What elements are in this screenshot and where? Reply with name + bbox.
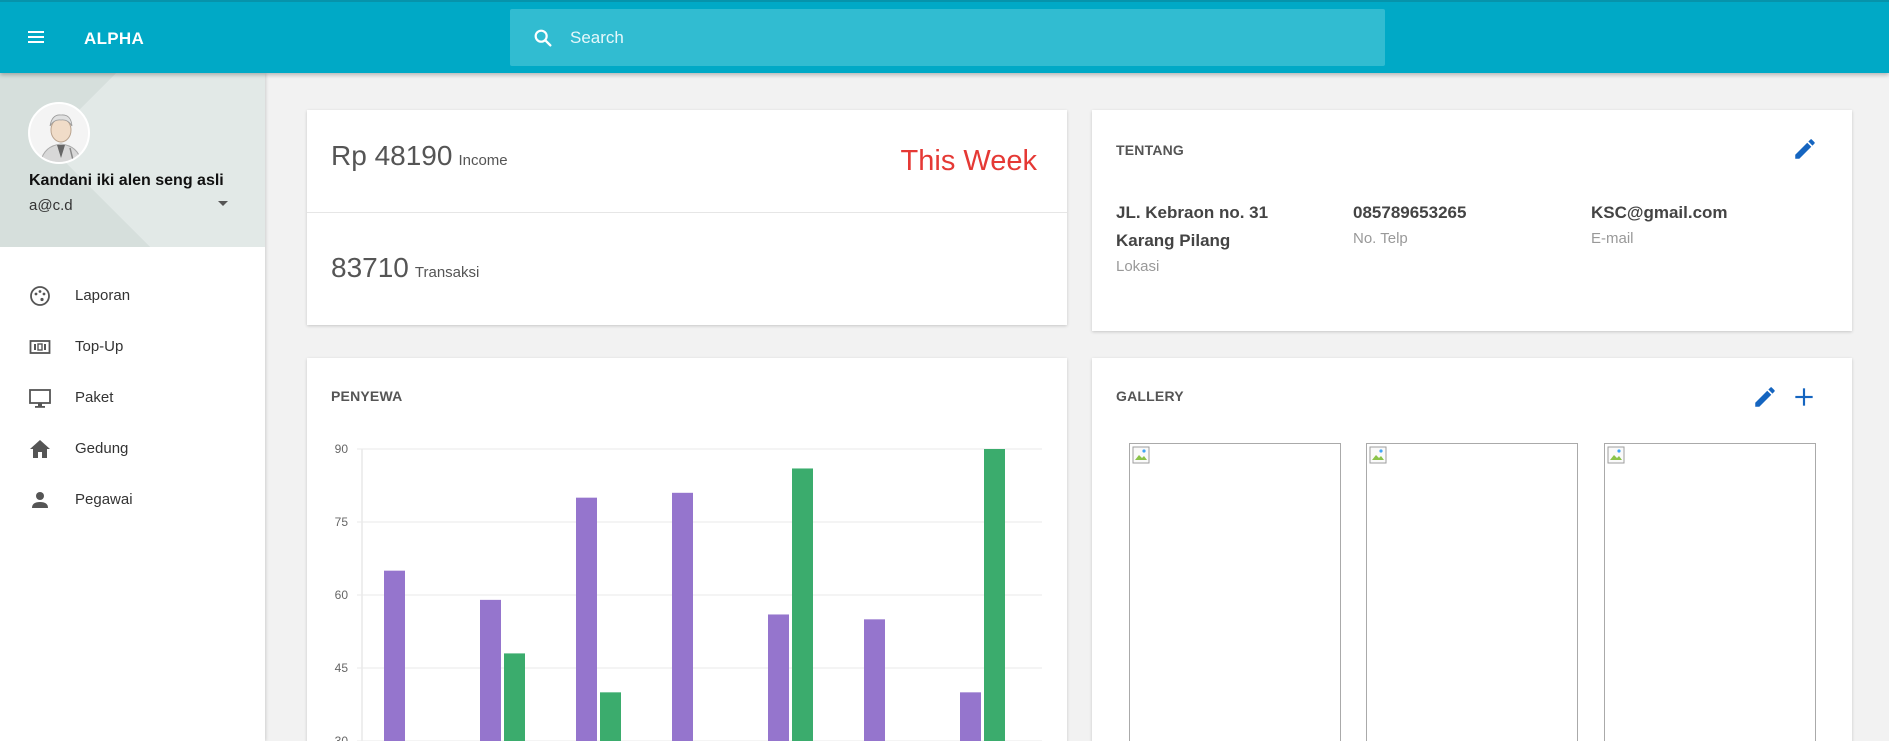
transaction-count: 83710 <box>331 252 409 283</box>
email-info: KSC@gmail.com E-mail <box>1591 199 1728 247</box>
sidebar-item-paket[interactable]: Paket <box>0 373 265 424</box>
palette-icon <box>30 286 50 306</box>
sidebar-item-label: Pegawai <box>75 491 133 508</box>
sidebar-nav: Laporan Top-Up Paket Gedung Pegawai <box>0 271 265 526</box>
person-icon <box>32 492 48 508</box>
edit-gallery-icon[interactable] <box>1752 384 1778 410</box>
income-label: Income <box>458 152 508 169</box>
period-label: This Week <box>900 145 1037 177</box>
sidebar-item-pegawai[interactable]: Pegawai <box>0 475 265 526</box>
y-tick-label: 90 <box>335 442 349 456</box>
app-title: ALPHA <box>84 29 145 48</box>
income-card: Rp 48190 Income This Week 83710 Transaksi <box>307 110 1067 325</box>
sidebar-item-gedung[interactable]: Gedung <box>0 424 265 475</box>
gallery-image[interactable] <box>1129 443 1341 741</box>
email-value: KSC@gmail.com <box>1591 203 1728 222</box>
add-icon[interactable] <box>1791 384 1817 410</box>
gallery-image[interactable] <box>1366 443 1578 741</box>
money-icon <box>29 340 51 354</box>
avatar[interactable] <box>28 102 90 164</box>
phone-info: 085789653265 No. Telp <box>1353 199 1466 247</box>
profile-panel: Kandani iki alen seng asli a@c.d <box>0 73 265 247</box>
y-tick-label: 75 <box>335 515 349 529</box>
about-title: TENTANG <box>1116 142 1185 158</box>
divider <box>307 212 1067 213</box>
address-line-1: JL. Kebraon no. 31 <box>1116 203 1269 222</box>
sidebar-item-label: Paket <box>75 389 114 406</box>
sidebar-item-top-up[interactable]: Top-Up <box>0 322 265 373</box>
transaction-summary: 83710 Transaksi <box>331 252 479 284</box>
broken-image-icon <box>1607 446 1625 464</box>
bar-series-1-3[interactable] <box>576 497 597 741</box>
income-amount: Rp 48190 <box>331 140 453 171</box>
y-tick-label: 45 <box>335 661 349 675</box>
bar-series-2-5[interactable] <box>792 468 813 741</box>
bar-series-1-1[interactable] <box>384 570 405 741</box>
home-icon <box>30 440 50 458</box>
monitor-icon <box>29 389 51 408</box>
about-card: TENTANG JL. Kebraon no. 31 Karang Pilang… <box>1092 110 1852 331</box>
menu-icon[interactable] <box>26 28 50 50</box>
sidebar: Kandani iki alen seng asli a@c.d Laporan… <box>0 73 265 741</box>
bar-series-1-5[interactable] <box>768 614 789 741</box>
income-summary: Rp 48190 Income <box>331 140 508 172</box>
broken-image-icon <box>1132 446 1150 464</box>
bar-series-2-2[interactable] <box>504 653 525 741</box>
profile-background <box>46 73 265 247</box>
email-label: E-mail <box>1591 230 1634 247</box>
y-tick-label: 30 <box>335 734 349 741</box>
y-tick-label: 60 <box>335 588 349 602</box>
bar-chart: 90 75 60 45 30 <box>335 442 1042 741</box>
transaction-label: Transaksi <box>414 264 480 281</box>
gallery-image[interactable] <box>1604 443 1816 741</box>
phone-value: 085789653265 <box>1353 203 1467 222</box>
bar-series-1-4[interactable] <box>672 492 693 741</box>
gallery-title: GALLERY <box>1116 388 1184 404</box>
phone-label: No. Telp <box>1353 230 1408 247</box>
location-info: JL. Kebraon no. 31 Karang Pilang Lokasi <box>1116 199 1268 275</box>
bar-series-1-6[interactable] <box>864 619 885 741</box>
bar-series-1-2[interactable] <box>480 599 501 741</box>
profile-email: a@c.d <box>29 197 73 214</box>
edit-about-icon[interactable] <box>1792 136 1818 162</box>
search-bar[interactable] <box>510 9 1385 66</box>
search-icon <box>534 29 552 47</box>
broken-image-icon <box>1369 446 1387 464</box>
sidebar-item-label: Top-Up <box>75 338 124 355</box>
bar-series-2-7[interactable] <box>984 449 1005 741</box>
bar-series-1-7[interactable] <box>960 692 981 741</box>
location-label: Lokasi <box>1116 258 1160 275</box>
search-input[interactable] <box>570 9 1370 66</box>
profile-dropdown-icon[interactable] <box>218 201 228 206</box>
sidebar-item-label: Laporan <box>75 287 131 304</box>
address-line-2: Karang Pilang <box>1116 231 1231 250</box>
chart-card: PENYEWA 90 75 60 45 30 <box>307 358 1067 741</box>
sidebar-item-laporan[interactable]: Laporan <box>0 271 265 322</box>
gallery-card: GALLERY <box>1092 358 1852 741</box>
bar-series-2-3[interactable] <box>600 692 621 741</box>
profile-name: Kandani iki alen seng asli <box>29 172 224 189</box>
top-app-bar: ALPHA <box>0 0 1889 73</box>
sidebar-item-label: Gedung <box>75 440 129 457</box>
